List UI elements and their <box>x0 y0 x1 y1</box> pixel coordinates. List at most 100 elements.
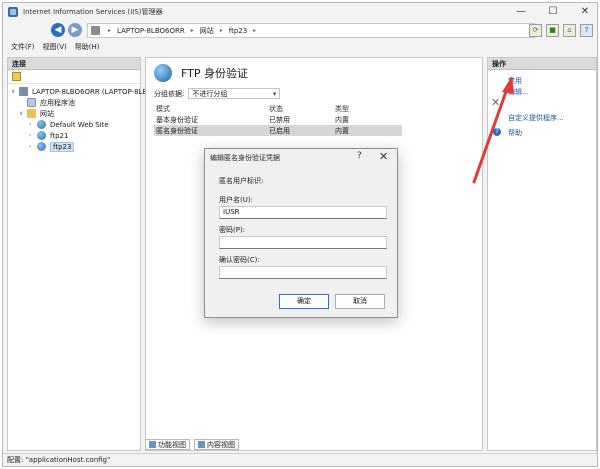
help-icon[interactable]: ? <box>580 24 593 37</box>
window-title: Internet Information Services (IIS)管理器 <box>23 8 163 16</box>
actions-header: 操作 <box>488 58 596 70</box>
breadcrumb: ▸ LAPTOP-8LBO6ORR ▸ 网站 ▸ ftp23 ▸ <box>87 23 535 38</box>
window-controls: — ☐ ✕ <box>513 5 593 19</box>
tree-item-label: Default Web Site <box>50 120 109 129</box>
breadcrumb-separator-icon: ▸ <box>190 27 194 34</box>
action-help[interactable]: 帮助 <box>508 128 522 138</box>
content-view-icon <box>198 441 205 448</box>
ftp-globe-icon <box>154 64 172 82</box>
tree-item-label: LAPTOP-8LBO6ORR (LAPTOP-8LB <box>32 87 148 96</box>
group-by-bar: 分组依据: 不进行分组 <box>154 88 281 99</box>
confirm-password-input[interactable] <box>219 266 387 279</box>
connections-panel: 连接 ∨ LAPTOP-8LBO6ORR (LAPTOP-8LB 应用程序池 ∨… <box>7 57 147 451</box>
group-by-select[interactable]: 不进行分组 <box>188 88 281 99</box>
action-disable[interactable]: 禁用 <box>508 76 522 86</box>
connect-icon[interactable] <box>12 72 21 81</box>
password-input[interactable] <box>219 236 387 249</box>
column-header-type[interactable]: 类型 <box>335 104 400 114</box>
home-icon[interactable]: ⌂ <box>563 24 576 37</box>
cell-type: 内置 <box>335 126 349 135</box>
actions-panel: 操作 禁用 编辑... ✕ 自定义提供程序... ? 帮助 <box>487 57 597 451</box>
tree-item-label: 应用程序池 <box>40 98 75 107</box>
cell-status: 已禁用 <box>269 115 290 124</box>
tree-item-ftp21[interactable]: › ftp21 <box>29 130 68 141</box>
table-header: 模式 状态 类型 <box>154 103 402 114</box>
tree-item-label: ftp23 <box>50 141 75 152</box>
breadcrumb-item-server[interactable]: LAPTOP-8LBO6ORR <box>115 27 187 35</box>
dialog-title: 编辑匿名身份验证凭据 <box>210 154 280 162</box>
view-tabs: 功能视图 内容视图 <box>145 439 239 450</box>
status-bar: 配置: "applicationHost.config" <box>3 453 597 466</box>
group-by-label: 分组依据: <box>154 89 185 98</box>
iis-app-icon <box>8 7 18 17</box>
edit-anonymous-credentials-dialog: 编辑匿名身份验证凭据 ? ✕ 匿名用户标识: 用户名(U): IUSR 密码(P… <box>204 148 398 318</box>
menu-view[interactable]: 视图(V) <box>43 42 67 52</box>
tree-item-ftp23[interactable]: › ftp23 <box>29 141 75 152</box>
username-input[interactable]: IUSR <box>219 206 387 219</box>
cancel-button[interactable]: 取消 <box>335 294 385 309</box>
expand-toggle-icon[interactable]: ∨ <box>19 110 27 117</box>
breadcrumb-item-ftp23[interactable]: ftp23 <box>227 27 249 35</box>
cell-type: 内置 <box>335 115 349 124</box>
column-header-status[interactable]: 状态 <box>269 104 335 114</box>
address-bar: ◀ ▶ ▸ LAPTOP-8LBO6ORR ▸ 网站 ▸ ftp23 ▸ ⟳ ■… <box>3 21 597 40</box>
maximize-button[interactable]: ☐ <box>545 5 561 19</box>
tree-item-server[interactable]: ∨ LAPTOP-8LBO6ORR (LAPTOP-8LB <box>11 86 147 97</box>
close-button[interactable]: ✕ <box>577 5 593 19</box>
expand-toggle-icon[interactable]: › <box>29 121 37 128</box>
connections-toolbar <box>8 70 140 84</box>
app-pool-icon <box>27 98 36 107</box>
breadcrumb-item-sites[interactable]: 网站 <box>198 26 216 36</box>
address-bar-tools: ⟳ ■ ⌂ ? <box>529 24 593 37</box>
site-globe-icon <box>37 142 46 151</box>
tab-label: 内容视图 <box>207 440 235 449</box>
forward-button[interactable]: ▶ <box>68 23 82 37</box>
table-row-selected[interactable]: 匿名身份验证 已启用 内置 <box>154 125 402 136</box>
title-bar: Internet Information Services (IIS)管理器 —… <box>3 3 597 21</box>
cell-status: 已启用 <box>269 126 290 135</box>
anonymous-identity-label: 匿名用户标识: <box>219 177 264 185</box>
page-title-text: FTP 身份验证 <box>181 67 248 80</box>
menu-bar: 文件(F) 视图(V) 帮助(H) <box>3 40 597 54</box>
action-custom-providers[interactable]: 自定义提供程序... <box>508 113 564 123</box>
server-icon <box>19 87 28 96</box>
back-button[interactable]: ◀ <box>51 23 65 37</box>
tab-label: 功能视图 <box>158 440 186 449</box>
site-globe-icon <box>37 120 46 129</box>
breadcrumb-separator-icon: ▸ <box>219 27 223 34</box>
sites-folder-icon <box>27 109 36 118</box>
breadcrumb-separator-icon: ▸ <box>253 27 257 34</box>
tree-item-label: ftp21 <box>50 131 69 140</box>
cell-mode: 匿名身份验证 <box>156 126 198 135</box>
tab-content-view[interactable]: 内容视图 <box>194 439 239 450</box>
stop-icon[interactable]: ■ <box>546 24 559 37</box>
menu-help[interactable]: 帮助(H) <box>75 42 100 52</box>
site-globe-icon <box>37 131 46 140</box>
expand-toggle-icon[interactable]: ∨ <box>11 88 19 95</box>
page-title: FTP 身份验证 <box>154 64 248 82</box>
confirm-password-label: 确认密码(C): <box>219 256 260 264</box>
tree-item-label: 网站 <box>40 109 54 118</box>
expand-toggle-icon[interactable]: › <box>29 143 37 150</box>
breadcrumb-separator-icon: ▸ <box>108 27 112 34</box>
dialog-close-button[interactable]: ✕ <box>379 150 388 163</box>
help-circle-icon: ? <box>493 128 501 136</box>
password-label: 密码(P): <box>219 226 246 234</box>
connections-header: 连接 <box>8 58 140 70</box>
tree-item-app-pools[interactable]: 应用程序池 <box>19 97 75 108</box>
dialog-help-button[interactable]: ? <box>357 151 362 161</box>
table-row[interactable]: 基本身份验证 已禁用 内置 <box>154 114 402 125</box>
action-edit[interactable]: 编辑... <box>508 87 529 97</box>
refresh-icon[interactable]: ⟳ <box>529 24 542 37</box>
expand-toggle-icon[interactable]: › <box>29 132 37 139</box>
server-glyph-icon <box>91 26 100 35</box>
tree-item-default-web-site[interactable]: › Default Web Site <box>29 119 109 130</box>
column-header-mode[interactable]: 模式 <box>154 104 269 114</box>
tab-features-view[interactable]: 功能视图 <box>145 439 190 450</box>
tree-item-sites[interactable]: ∨ 网站 <box>19 108 54 119</box>
menu-file[interactable]: 文件(F) <box>11 42 35 52</box>
minimize-button[interactable]: — <box>513 5 529 19</box>
auth-table: 模式 状态 类型 基本身份验证 已禁用 内置 匿名身份验证 已启用 内置 <box>154 103 402 136</box>
username-label: 用户名(U): <box>219 196 253 204</box>
ok-button[interactable]: 确定 <box>279 294 329 309</box>
